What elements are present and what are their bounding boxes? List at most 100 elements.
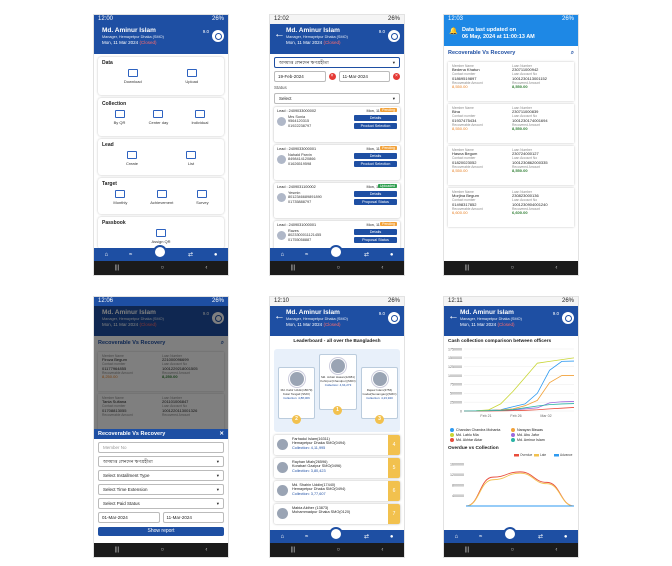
handshake-icon[interactable]: ≈ [305, 252, 308, 258]
home-icon[interactable]: ○ [511, 265, 515, 271]
lead-type-select[interactable]: অসমাপ্ত লেনদেন ঋণগ্রহীতা ▾ [274, 57, 400, 68]
recents-icon[interactable]: ||| [291, 547, 296, 553]
leaderboard-row[interactable]: Md. Shahin Uddin(17440) Hemayetpur Dhaka … [274, 481, 400, 501]
back-icon[interactable]: ‹ [205, 547, 207, 553]
profile-icon[interactable]: ● [214, 252, 218, 258]
details-button[interactable]: Details [354, 191, 397, 197]
podium-card-2[interactable]: Md. Kabir Uddin(18679) Kolar Tangail (SMO… [278, 367, 315, 419]
series-line [463, 401, 575, 412]
profile-icon[interactable]: ● [390, 252, 394, 258]
details-button[interactable]: Details [354, 153, 397, 159]
back-arrow-icon[interactable]: ← [274, 309, 286, 323]
transfer-icon[interactable]: ⇄ [188, 251, 193, 258]
details-button[interactable]: Details [354, 115, 397, 121]
date-from-field[interactable]: 01-Mar-2024 [98, 512, 160, 523]
survey-button[interactable]: Survey [196, 190, 209, 205]
details-button[interactable]: Details [354, 229, 397, 235]
download-button[interactable]: Download [124, 69, 142, 84]
handshake-icon[interactable]: ≈ [305, 534, 308, 540]
lead-list-button[interactable]: List [185, 151, 196, 166]
clear-icon[interactable]: × [393, 73, 400, 80]
podium-card-1[interactable]: Md. Jobair Hasan(12981) Kohirpur(Chandpur… [319, 354, 357, 410]
y-tick-label: 0 [460, 409, 462, 413]
back-icon[interactable]: ‹ [381, 265, 383, 271]
assign-qr-button[interactable]: Assign QR [151, 229, 171, 244]
handshake-icon[interactable]: ≈ [479, 534, 482, 540]
leaderboard-row[interactable]: Mabia Akther (13873) Mohammadpur Dhaka SM… [274, 504, 400, 524]
bottom-nav: ⌂ ≈ ⇄ ● [270, 526, 404, 543]
lead-card[interactable]: Lead : 2409033000001Mon, 11 Mar 2024Pend… [274, 145, 400, 180]
legend-item: Late [540, 453, 546, 457]
podium-card-3[interactable]: Rajaur Islam(3756) Godai(Sunamganj)(SMO) C… [361, 367, 398, 419]
lead-card[interactable]: Lead : 2409033000002Mon, 11 Mar 2024Pend… [274, 107, 400, 142]
member-no-input[interactable]: Member No [98, 442, 224, 453]
recents-icon[interactable]: ||| [115, 265, 120, 271]
date-to-field[interactable]: 11-Mar-2024 [162, 512, 224, 523]
back-arrow-icon[interactable]: ← [274, 27, 286, 41]
status-badge: Pending [380, 222, 397, 226]
clear-icon[interactable]: × [328, 73, 336, 80]
achievement-button[interactable]: Achievement [150, 190, 173, 205]
recents-icon[interactable]: ||| [465, 265, 470, 271]
lead-card[interactable]: Lead : 2409031100002Mon, 11 Mar 2024Uplo… [274, 183, 400, 218]
handshake-icon[interactable]: ≈ [129, 252, 132, 258]
by-qr-button[interactable]: By QR [114, 110, 125, 125]
back-arrow-icon[interactable]: ← [448, 309, 460, 323]
date-from-field[interactable]: 19-Feb-2024 [274, 71, 326, 82]
home-icon[interactable]: ○ [337, 265, 341, 271]
recovery-card[interactable]: Member Name Bedena Khatun Contact number 01… [448, 62, 574, 101]
home-fab-button[interactable] [329, 244, 344, 259]
home-fab-button[interactable] [503, 526, 518, 541]
paid-status-select[interactable]: Select Paid Status ▾ [98, 498, 224, 509]
transfer-icon[interactable]: ⇄ [364, 533, 369, 540]
upload-button[interactable]: Upload [185, 69, 198, 84]
home-icon[interactable]: ○ [161, 547, 165, 553]
back-icon[interactable]: ‹ [381, 547, 383, 553]
transfer-icon[interactable]: ⇄ [538, 533, 543, 540]
bank-icon[interactable]: ⌂ [280, 534, 284, 540]
leaderboard-row[interactable]: Farhadul Islam(16311) Hemayetpur Dhaka SM… [274, 435, 400, 455]
center-day-button[interactable]: Center day [149, 110, 168, 125]
home-fab-button[interactable] [329, 526, 344, 541]
recovery-card[interactable]: Member Name Morjina Begum Contact number 01… [448, 188, 574, 227]
search-icon[interactable]: ⌕ [571, 50, 574, 57]
action-button[interactable]: Product Selection [354, 161, 397, 167]
recents-icon[interactable]: ||| [465, 547, 470, 553]
action-button[interactable]: Product Selection [354, 123, 397, 129]
bank-icon[interactable]: ⌂ [280, 252, 284, 258]
rank-badge: 4 [388, 435, 400, 455]
transfer-icon[interactable]: ⇄ [364, 251, 369, 258]
member-recoverable: 6,600.00 [452, 210, 468, 216]
status-select[interactable]: Select ▾ [274, 93, 400, 104]
installment-select[interactable]: Select Installment Type ▾ [98, 470, 224, 481]
profile-icon[interactable]: ● [390, 534, 394, 540]
home-icon[interactable]: ○ [161, 265, 165, 271]
action-button[interactable]: Proposal Status [354, 237, 397, 243]
y-tick-label: 800000 [452, 483, 464, 487]
action-button[interactable]: Proposal Status [354, 199, 397, 205]
show-report-button[interactable]: Show report [98, 527, 224, 536]
app-logo [561, 311, 575, 325]
back-icon[interactable]: ‹ [205, 265, 207, 271]
individual-button[interactable]: Individual [191, 110, 208, 125]
home-fab-button[interactable] [153, 244, 168, 259]
monthly-button[interactable]: Monthly [113, 190, 127, 205]
recents-icon[interactable]: ||| [115, 547, 120, 553]
close-icon[interactable]: ✕ [219, 429, 224, 439]
back-icon[interactable]: ‹ [555, 547, 557, 553]
status-select[interactable]: অসমাপ্ত লেনদেন ঋণগ্রহীতা ▾ [98, 456, 224, 467]
recents-icon[interactable]: ||| [291, 265, 296, 271]
lead-create-button[interactable]: Create [126, 151, 138, 166]
back-icon[interactable]: ‹ [555, 265, 557, 271]
time-extension-select[interactable]: Select Time Extension ▾ [98, 484, 224, 495]
date-to-field[interactable]: 11-Mar-2024 [338, 71, 390, 82]
recovery-card[interactable]: Member Name Hasna Begum Contact number 0182… [448, 146, 574, 185]
list-icon [185, 151, 196, 159]
bank-icon[interactable]: ⌂ [454, 534, 458, 540]
recovery-card[interactable]: Member Name Bina Contact number 01937475434… [448, 104, 574, 143]
home-icon[interactable]: ○ [511, 547, 515, 553]
bank-icon[interactable]: ⌂ [104, 252, 108, 258]
profile-icon[interactable]: ● [564, 534, 568, 540]
home-icon[interactable]: ○ [337, 547, 341, 553]
leaderboard-row[interactable]: Rayhan Miah(26596) Korabari Gazipur SMO(0… [274, 458, 400, 478]
